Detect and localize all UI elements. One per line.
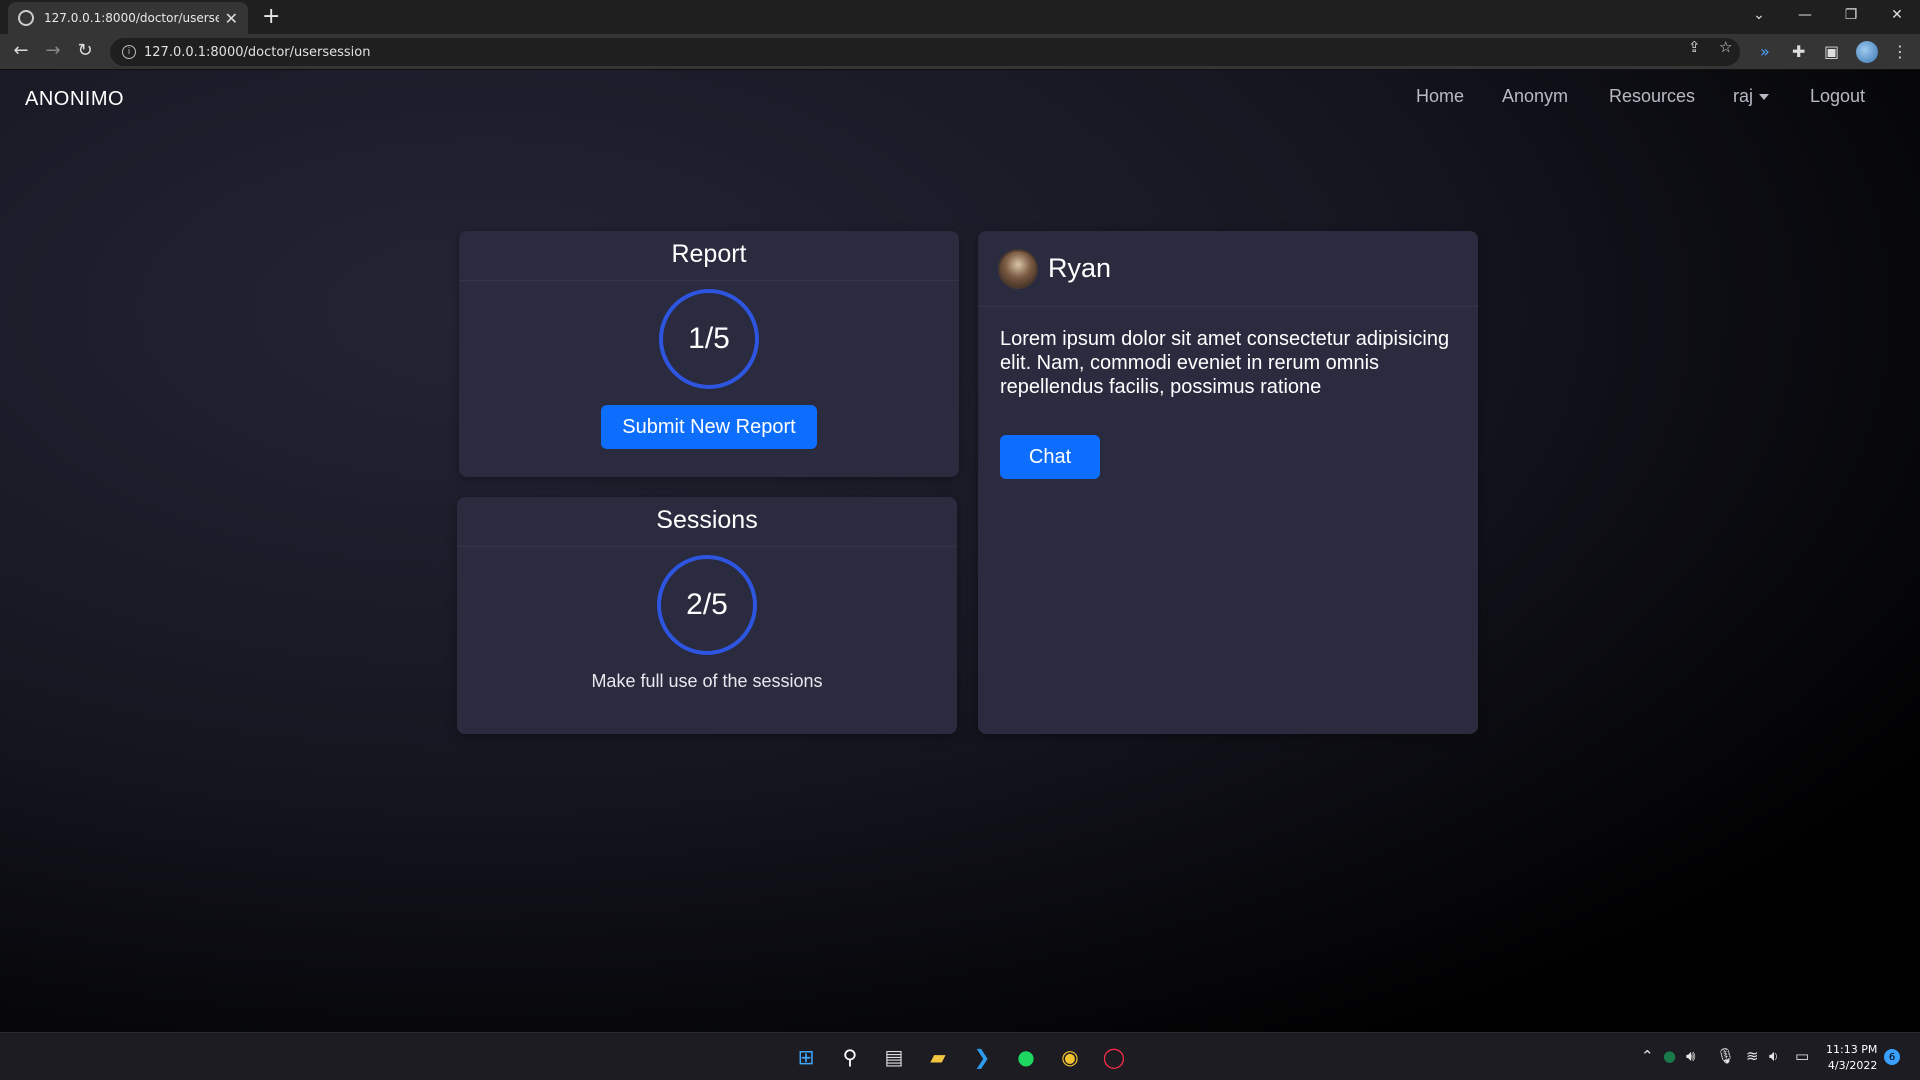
sessions-title: Sessions [457,497,957,547]
url-text[interactable]: 127.0.0.1:8000/doctor/usersession [144,45,370,60]
nav-anonym[interactable]: Anonym [1502,86,1568,107]
battery-icon[interactable]: ▭ [1795,1047,1809,1065]
microphone-icon[interactable]: 🎙︎ [1716,1047,1735,1065]
close-tab-icon[interactable]: ✕ [225,9,238,28]
nav-logout[interactable]: Logout [1810,86,1865,107]
window-close-button[interactable]: ✕ [1874,0,1920,30]
nav-resources[interactable]: Resources [1609,86,1695,107]
tab-title: 127.0.0.1:8000/doctor/usersessio [44,11,219,25]
system-clock[interactable]: 11:13 PM 4/3/2022 [1826,1042,1877,1074]
report-title: Report [459,231,959,281]
notification-badge[interactable]: 6 [1884,1049,1900,1065]
tray-app-icon[interactable]: ● [1663,1047,1676,1065]
wifi-icon[interactable]: ≋ [1746,1047,1759,1065]
caret-down-icon [1759,94,1770,101]
sessions-card: Sessions 2/5 Make full use of the sessio… [457,497,957,734]
site-info-icon[interactable]: i [122,45,136,59]
tray-overflow-icon[interactable]: ⌃ [1641,1047,1654,1065]
opera-icon[interactable]: ◯ [1100,1043,1128,1071]
report-count-ring: 1/5 [659,289,759,389]
reload-icon[interactable]: ↻ [73,40,97,61]
extensions-puzzle-icon[interactable]: ✚ [1792,42,1805,61]
bookmark-star-icon[interactable]: ☆ [1719,38,1732,56]
nav-home[interactable]: Home [1416,86,1464,107]
report-card: Report 1/5 Submit New Report [459,231,959,477]
menu-dots-icon[interactable]: ⋮ [1892,42,1908,61]
profile-avatar-icon[interactable] [1856,41,1878,63]
search-icon[interactable]: ⚲ [836,1043,864,1071]
doctor-name: Ryan [1048,253,1112,283]
submit-report-button[interactable]: Submit New Report [601,405,817,449]
file-explorer-icon[interactable]: ▰ [924,1043,952,1071]
minimize-button[interactable]: — [1782,0,1828,30]
speaker-icon[interactable]: 🔊︎ [1686,1047,1695,1065]
doctor-avatar [998,248,1038,289]
sessions-count-ring: 2/5 [657,555,757,655]
clock-time: 11:13 PM [1826,1043,1878,1056]
taskbar: ⊞ ⚲ ▤ ▰ ❯ ● ◉ ◯ ⌃ ● 🔊︎ 🎙︎ ≋ 🔉︎ ▭ 11:13 P… [0,1032,1920,1080]
chrome-icon[interactable]: ◉ [1056,1043,1084,1071]
new-tab-button[interactable]: + [262,4,280,29]
globe-icon [18,10,34,26]
sessions-caption: Make full use of the sessions [591,671,823,691]
browser-tab-strip: 127.0.0.1:8000/doctor/usersessio ✕ + ⌄ —… [0,0,1920,34]
brand-logo[interactable]: ANONIMO [25,88,124,111]
back-icon[interactable]: ← [9,40,33,61]
page: ANONIMO Home Anonym Resources raj Logout… [0,70,1920,1032]
forward-icon[interactable]: → [41,40,65,61]
side-panel-icon[interactable]: ▣ [1824,42,1839,61]
doctor-header: Ryan [978,231,1478,307]
restore-button[interactable]: ❐ [1828,0,1874,30]
spotify-icon[interactable]: ● [1012,1043,1040,1071]
vscode-icon[interactable]: ❯ [968,1043,996,1071]
tab-search-icon[interactable]: ⌄ [1736,0,1782,30]
task-view-icon[interactable]: ▤ [880,1043,908,1071]
nav-user-label: raj [1733,86,1754,106]
browser-tab[interactable]: 127.0.0.1:8000/doctor/usersessio ✕ [8,2,248,34]
doctor-bio: Lorem ipsum dolor sit amet consectetur a… [1000,328,1450,398]
share-icon[interactable]: ⇪ [1688,38,1701,56]
start-icon[interactable]: ⊞ [792,1043,820,1071]
browser-toolbar: ← → ↻ i 127.0.0.1:8000/doctor/usersessio… [0,34,1920,70]
doctor-card: Ryan Lorem ipsum dolor sit amet consecte… [978,231,1478,734]
nav-user-dropdown[interactable]: raj [1733,86,1770,107]
extension-icon[interactable]: » [1760,42,1770,61]
volume-icon[interactable]: 🔉︎ [1769,1047,1778,1065]
address-bar[interactable]: i 127.0.0.1:8000/doctor/usersession [110,38,1740,66]
clock-date: 4/3/2022 [1827,1059,1878,1072]
chat-button[interactable]: Chat [1000,435,1100,479]
